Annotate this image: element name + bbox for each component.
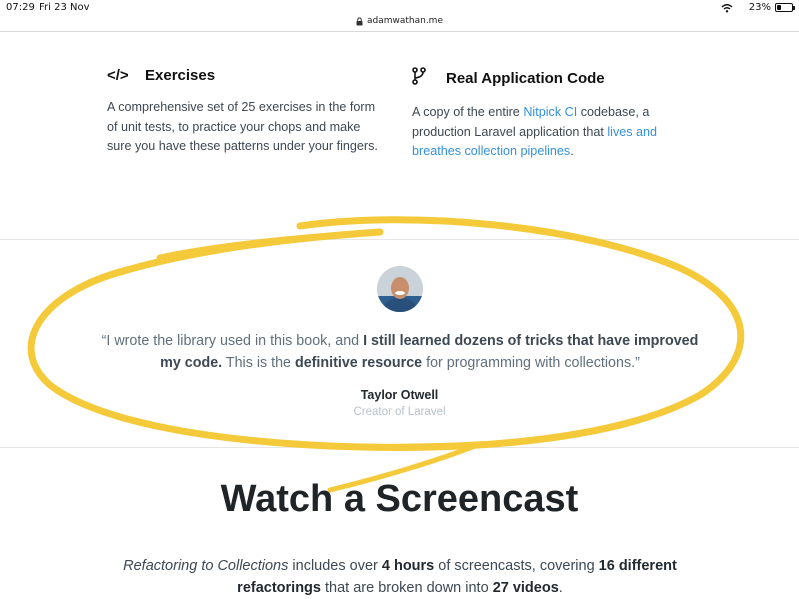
address-bar[interactable]: adamwathan.me <box>0 14 799 32</box>
url-text: adamwathan.me <box>366 16 443 26</box>
quote-text: This is the <box>222 355 295 371</box>
lock-icon <box>356 16 363 25</box>
nitpick-ci-link[interactable]: Nitpick CI <box>523 105 577 119</box>
feature-title-row: </> Exercises <box>107 67 387 84</box>
quote-emphasis: definitive resource <box>294 355 423 371</box>
feature-exercises: </> Exercises A comprehensive set of 25 … <box>107 67 387 157</box>
feature-title: Exercises <box>145 67 216 84</box>
battery-percent: 23% <box>748 2 771 13</box>
branch-icon <box>412 67 436 89</box>
body-text: of screencasts, covering <box>434 558 599 574</box>
feature-description: A copy of the entire Nitpick CI codebase… <box>412 103 702 162</box>
body-text: that are broken down into <box>320 580 493 596</box>
body-text: includes over <box>288 558 382 574</box>
section-divider <box>0 447 799 448</box>
section-divider <box>0 239 799 240</box>
desc-text: A copy of the entire <box>412 105 524 119</box>
screencast-description: Refactoring to Collections includes over… <box>95 555 705 599</box>
screencast-heading: Watch a Screencast <box>220 478 579 520</box>
moon-icon <box>738 3 743 12</box>
body-text: . <box>558 580 563 596</box>
testimonial-author: Taylor Otwell <box>360 388 439 402</box>
testimonial-author-role: Creator of Laravel <box>353 406 446 418</box>
hours-count: 4 hours <box>381 558 435 574</box>
battery-icon <box>775 3 795 12</box>
status-date: Fri 23 Nov <box>39 2 90 13</box>
wifi-icon <box>721 3 733 12</box>
feature-title-row: Real Application Code <box>412 67 702 89</box>
book-title: Refactoring to Collections <box>123 558 289 574</box>
quote-text: “I wrote the library used in this book, … <box>101 333 364 349</box>
feature-real-application-code: Real Application Code A copy of the enti… <box>412 67 702 162</box>
videos-count: 27 videos <box>492 580 559 596</box>
testimonial-quote: “I wrote the library used in this book, … <box>95 330 705 374</box>
feature-description: A comprehensive set of 25 exercises in t… <box>107 100 378 153</box>
quote-text: for programming with collections.” <box>422 355 640 371</box>
status-right-group: 23% <box>721 2 795 13</box>
avatar <box>377 266 423 312</box>
status-time: 07:29 <box>6 2 35 13</box>
feature-title: Real Application Code <box>446 69 605 87</box>
desc-text: . <box>570 144 574 158</box>
code-icon: </> <box>107 67 129 84</box>
